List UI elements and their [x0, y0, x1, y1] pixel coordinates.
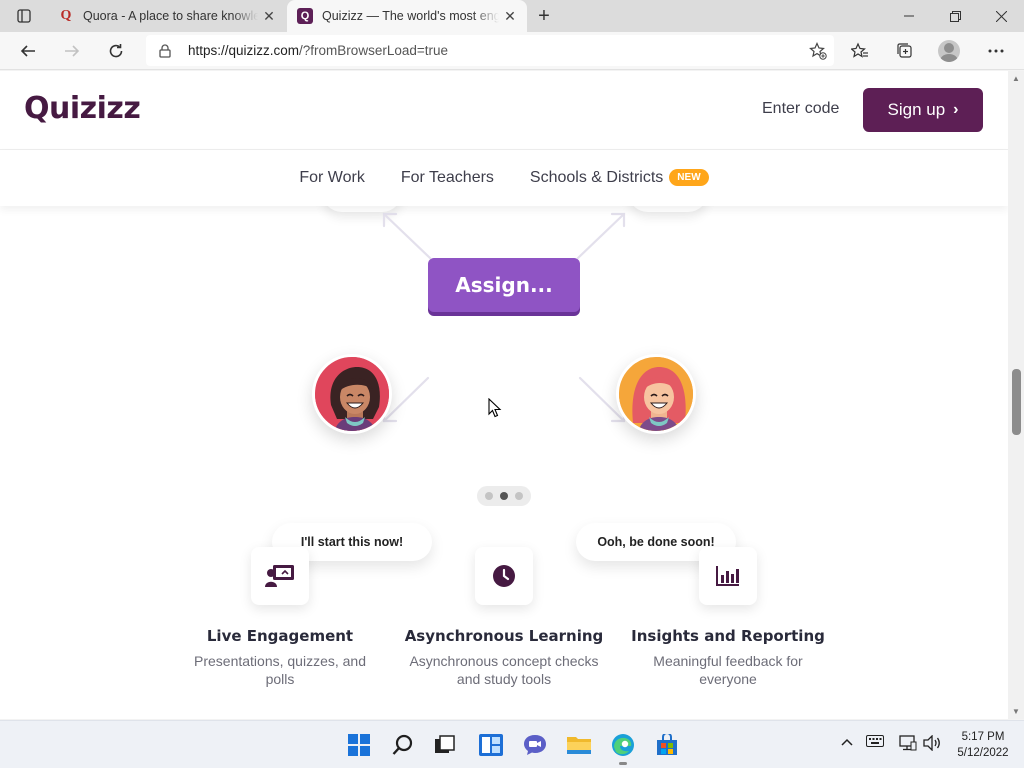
network-icon[interactable]: [899, 735, 917, 754]
clock-icon: [475, 547, 533, 605]
tab-title: Quora - A place to share knowledge: [83, 9, 258, 23]
back-arrow-icon[interactable]: [14, 37, 42, 65]
bar-chart-icon: [699, 547, 757, 605]
collections-icon[interactable]: [890, 37, 920, 65]
file-explorer-icon[interactable]: [566, 732, 592, 758]
mouse-cursor-icon: [488, 398, 502, 418]
student-avatar-left: [312, 354, 392, 434]
favorites-icon[interactable]: [845, 37, 875, 65]
quizizz-icon: Q: [297, 8, 313, 24]
search-icon[interactable]: [390, 732, 416, 758]
system-clock[interactable]: 5:17 PM 5/12/2022: [948, 729, 1018, 761]
features-section: Live Engagement Presentations, quizzes, …: [0, 547, 1008, 719]
site-nav: For Work For Teachers Schools & District…: [0, 150, 1008, 206]
carousel-dot-active[interactable]: [500, 492, 508, 500]
feature-title: Asynchronous Learning: [404, 627, 604, 645]
nav-for-work[interactable]: For Work: [299, 169, 364, 187]
enter-code-link[interactable]: Enter code: [762, 100, 839, 118]
carousel-dots: [477, 486, 531, 506]
more-menu-icon[interactable]: [981, 37, 1011, 65]
quora-icon: Q: [60, 8, 72, 23]
browser-tab-strip: Q Quora - A place to share knowledge ✕ Q…: [0, 0, 1024, 32]
keyboard-icon[interactable]: [866, 735, 884, 750]
feature-live-engagement: Live Engagement Presentations, quizzes, …: [160, 547, 400, 688]
nav-schools-districts-label: Schools & Districts: [529, 169, 664, 186]
carousel-dot[interactable]: [515, 492, 523, 500]
feature-description: Meaningful feedback for everyone: [653, 653, 803, 687]
feature-async-learning: Asynchronous Learning Asynchronous conce…: [384, 547, 624, 688]
presentation-icon: [251, 547, 309, 605]
student-avatar-right: [616, 354, 696, 434]
microsoft-store-icon[interactable]: [654, 732, 680, 758]
page-scrollbar[interactable]: ▲ ▼: [1008, 71, 1024, 719]
feature-title: Live Engagement: [206, 627, 354, 645]
connector-arrows: [382, 212, 626, 423]
nav-schools-districts[interactable]: Schools & Districts NEW: [530, 169, 709, 187]
scroll-down-icon[interactable]: ▼: [1012, 707, 1020, 716]
add-favorite-icon[interactable]: [802, 41, 834, 60]
windows-taskbar: 5:17 PM 5/12/2022: [0, 720, 1024, 768]
close-tab-icon[interactable]: ✕: [258, 8, 280, 25]
carousel-dot[interactable]: [485, 492, 493, 500]
site-header: Quizizz Enter code Sign up ›: [0, 71, 1008, 150]
restore-button[interactable]: [932, 0, 978, 32]
page-viewport: Quizizz Enter code Sign up › For Work Fo…: [0, 71, 1008, 719]
forward-arrow-icon[interactable]: [58, 37, 86, 65]
refresh-icon[interactable]: [102, 37, 130, 65]
volume-icon[interactable]: [923, 734, 941, 754]
profile-avatar-icon[interactable]: [938, 40, 960, 62]
url-text[interactable]: https://quizizz.com/?fromBrowserLoad=tru…: [180, 43, 802, 58]
address-bar[interactable]: https://quizizz.com/?fromBrowserLoad=tru…: [146, 35, 834, 66]
feature-description: Presentations, quizzes, and polls: [194, 653, 366, 687]
minimize-button[interactable]: [886, 0, 932, 32]
clock-date: 5/12/2022: [957, 747, 1009, 759]
feature-description: Asynchronous concept checks and study to…: [409, 653, 599, 687]
teams-chat-icon[interactable]: [522, 732, 548, 758]
lock-icon[interactable]: [150, 43, 180, 58]
browser-toolbar: https://quizizz.com/?fromBrowserLoad=tru…: [0, 32, 1024, 70]
new-badge: NEW: [669, 169, 709, 187]
chevron-up-icon[interactable]: [840, 735, 854, 750]
assign-button[interactable]: Assign...: [428, 258, 580, 312]
browser-tab-quora[interactable]: Q Quora - A place to share knowledge ✕: [48, 0, 286, 32]
assignment-illustration: Assign... I'll start this now! Ooh, be d…: [0, 192, 1008, 561]
clock-time: 5:17 PM: [961, 731, 1005, 743]
feature-insights-reporting: Insights and Reporting Meaningful feedba…: [608, 547, 848, 688]
nav-for-teachers[interactable]: For Teachers: [401, 169, 494, 187]
quizizz-logo[interactable]: Quizizz: [24, 91, 141, 126]
windows-start-icon[interactable]: [346, 732, 372, 758]
task-view-icon[interactable]: [432, 732, 458, 758]
feature-title: Insights and Reporting: [631, 627, 825, 645]
new-tab-button[interactable]: +: [532, 4, 556, 28]
close-tab-icon[interactable]: ✕: [499, 8, 521, 25]
widgets-icon[interactable]: [478, 732, 504, 758]
scroll-up-icon[interactable]: ▲: [1012, 74, 1020, 83]
sign-up-label: Sign up: [887, 100, 946, 119]
tab-actions-icon[interactable]: [8, 4, 40, 28]
close-window-button[interactable]: [978, 0, 1024, 32]
tab-title: Quizizz — The world's most engaging: [322, 9, 499, 23]
chevron-right-icon: ›: [953, 101, 959, 118]
running-app-indicator: [619, 762, 627, 765]
edge-browser-icon[interactable]: [610, 732, 636, 758]
browser-tab-quizizz[interactable]: Q Quizizz — The world's most engaging ✕: [287, 0, 527, 32]
scrollbar-thumb[interactable]: [1012, 369, 1021, 435]
sign-up-button[interactable]: Sign up ›: [863, 88, 983, 132]
